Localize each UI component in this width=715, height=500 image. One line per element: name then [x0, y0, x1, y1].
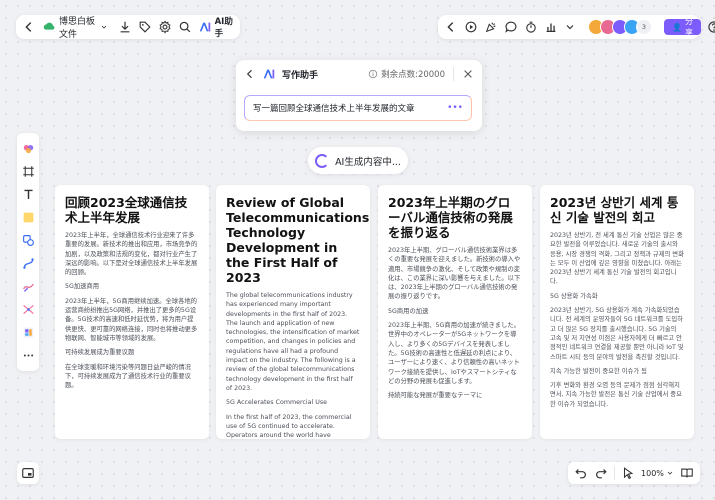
text-icon[interactable] [19, 186, 37, 204]
card-paragraph: 2023年上半年，全球通信技术行业迎来了许多重要的发展。新技术的推出和应用，市场… [65, 232, 198, 277]
member-avatars[interactable]: 3 [588, 19, 652, 35]
typing-dots-icon: ••• [447, 103, 463, 113]
close-icon[interactable] [462, 65, 474, 83]
ai-logo-icon [198, 18, 212, 36]
credits-indicator: 剩余点数:20000 [368, 65, 445, 83]
card-title: Review of Global Telecommunications Tech… [226, 195, 370, 285]
card-paragraph: 2023年上半期、グローバル通信技術業界は多くの重要な発展を迎えました。新技術の… [388, 247, 521, 301]
search-icon[interactable] [178, 18, 192, 36]
info-icon [368, 65, 378, 83]
card-body: The global telecommunications industry h… [226, 291, 360, 439]
divider [453, 67, 454, 81]
share-button[interactable]: 👤 分享 [664, 17, 701, 37]
more-icon[interactable] [19, 347, 37, 365]
prompt-text: 写一篇回顾全球通信技术上半年发展的文章 [253, 104, 415, 114]
card-body: 2023年上半年，全球通信技术行业迎来了许多重要的发展。新技术的推出和应用，市场… [65, 231, 199, 390]
help-icon[interactable] [707, 18, 715, 36]
template-icon[interactable] [19, 324, 37, 342]
card-paragraph: In the first half of 2023, the commercia… [226, 413, 352, 439]
collapse-chevron-icon[interactable] [444, 18, 458, 36]
back-chevron-icon[interactable] [22, 18, 36, 36]
ai-assistant-label: AI助手 [214, 17, 233, 39]
card-paragraph: 在全球变暖和环境污染等问题日益严峻的情况下，可持续发展成为了通信技术行业的重要议… [65, 363, 191, 390]
ai-assistant-button[interactable]: AI助手 [198, 15, 234, 39]
card-title: 2023年上半期のグローバル通信技術の発展を振り返る [388, 195, 513, 240]
article-card-en[interactable]: Review of Global Telecommunications Tech… [216, 185, 370, 439]
connector-icon[interactable] [19, 255, 37, 273]
zoom-selector[interactable]: 100% [641, 464, 674, 482]
gear-icon[interactable] [158, 18, 172, 36]
left-toolbar [17, 133, 39, 371]
generating-status: AI生成内容中... [308, 147, 408, 174]
card-paragraph: 5G加速商用 [65, 283, 100, 291]
card-body: 2023년 상반기, 전 세계 통신 기술 산업은 많은 중요한 발전을 이루었… [550, 231, 684, 409]
card-paragraph: 持続可能な発展が重要なテーマに [388, 392, 483, 400]
divider [614, 466, 615, 480]
undo-icon[interactable] [574, 464, 588, 482]
ai-logo-icon [260, 65, 278, 83]
tag-icon[interactable] [138, 18, 152, 36]
download-icon[interactable] [118, 18, 132, 36]
assistant-header: 写作助手 剩余点数:20000 [236, 60, 482, 88]
chevron-down-icon[interactable] [564, 18, 576, 36]
zoom-level: 100% [641, 468, 664, 478]
pen-icon[interactable] [19, 278, 37, 296]
card-paragraph: 2023年上半期、5G商用の加速が続きました。世界中のオペレーターが5Gネットワ… [388, 322, 520, 385]
card-paragraph: 5G Accelerates Commercial Use [226, 399, 328, 407]
card-paragraph: 지속 가능한 발전이 중요한 이슈가 됨 [550, 367, 647, 375]
cloud-icon [42, 18, 56, 36]
minimap-icon [19, 464, 37, 482]
frame-icon[interactable] [19, 163, 37, 181]
palette-icon[interactable] [19, 140, 37, 158]
book-icon[interactable] [680, 464, 694, 482]
file-name-label: 博思白板文件 [59, 17, 96, 40]
timer-icon[interactable] [524, 18, 538, 36]
member-count-badge: 3 [636, 19, 652, 35]
card-title: 回顾2023全球通信技术上半年发展 [65, 195, 188, 225]
article-card-zh[interactable]: 回顾2023全球通信技术上半年发展 2023年上半年，全球通信技术行业迎来了许多… [55, 185, 209, 439]
card-paragraph: 2023年上半年，5G商用继续加速。全球各地的运营商纷纷推出5G网络，并推出了更… [65, 297, 198, 342]
assistant-title: 写作助手 [282, 70, 319, 81]
card-paragraph: 2023년 상반기, 전 세계 통신 기술 산업은 많은 중요한 발전을 이루었… [550, 232, 684, 286]
card-paragraph: The global telecommunications industry h… [226, 292, 360, 392]
cursor-icon[interactable] [621, 464, 635, 482]
card-paragraph: 2023년 상반기, 5G 상용화가 계속 가속화되었습니다. 전 세계의 운영… [550, 307, 684, 361]
back-chevron-icon[interactable] [244, 65, 256, 83]
play-icon[interactable] [464, 18, 478, 36]
card-paragraph: 5G 상용화 가속화 [550, 292, 598, 300]
article-card-ja[interactable]: 2023年上半期のグローバル通信技術の発展を振り返る 2023年上半期、グローバ… [378, 185, 532, 439]
vote-icon[interactable] [544, 18, 558, 36]
sticky-note-icon[interactable] [19, 209, 37, 227]
generating-label: AI生成内容中... [335, 156, 401, 168]
card-paragraph: 기후 변화와 환경 오염 등의 문제가 점점 심각해지면서, 지속 가능한 발전… [550, 382, 682, 408]
minimap-button[interactable] [17, 462, 39, 484]
file-name[interactable]: 博思白板文件 [42, 14, 108, 40]
writing-assistant-panel: 写作助手 剩余点数:20000 写一篇回顾全球通信技术上半年发展的文章 ••• [236, 60, 482, 131]
card-paragraph: 可持续发展成为重要议题 [65, 349, 135, 357]
add-user-icon: 👤 [672, 22, 682, 32]
bottom-right-controls: 100% [568, 462, 700, 484]
redo-icon[interactable] [594, 464, 608, 482]
spinner-icon [315, 153, 330, 168]
card-body: 2023年上半期、グローバル通信技術業界は多くの重要な発展を迎えました。新技術の… [388, 246, 522, 400]
comment-icon[interactable] [504, 18, 518, 36]
chevron-down-icon [666, 464, 674, 482]
chevron-down-icon [100, 18, 108, 36]
mindmap-icon[interactable] [19, 301, 37, 319]
top-left-toolbar: 博思白板文件 AI助手 [16, 14, 240, 40]
shape-icon[interactable] [19, 232, 37, 250]
top-right-toolbar: 3 👤 分享 [438, 15, 715, 39]
celebrate-icon[interactable] [484, 18, 498, 36]
share-label: 分享 [684, 17, 693, 37]
article-card-ko[interactable]: 2023년 상반기 세계 통신 기술 발전의 회고 2023년 상반기, 전 세… [540, 185, 694, 439]
card-title: 2023년 상반기 세계 통신 기술 발전의 회고 [550, 195, 679, 225]
prompt-input[interactable]: 写一篇回顾全球通信技术上半年发展的文章 ••• [244, 95, 472, 121]
credits-label: 剩余点数:20000 [381, 70, 445, 80]
card-paragraph: 5G商用の加速 [388, 307, 429, 315]
